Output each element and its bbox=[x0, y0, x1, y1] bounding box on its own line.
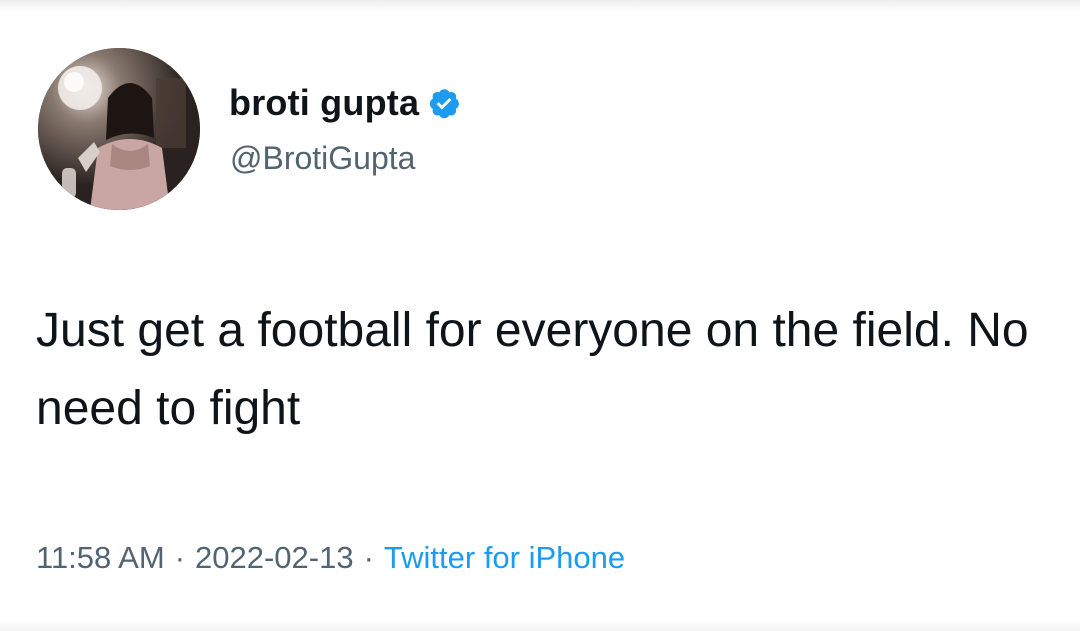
tweet-metadata: 11:58 AM · 2022-02-13 · Twitter for iPhone bbox=[36, 540, 625, 576]
avatar[interactable] bbox=[38, 48, 200, 210]
author-display-name[interactable]: broti gupta bbox=[229, 82, 419, 124]
tweet-date[interactable]: 2022-02-13 bbox=[195, 540, 354, 575]
author-name-row[interactable]: broti gupta bbox=[229, 80, 461, 126]
tweet-time[interactable]: 11:58 AM bbox=[36, 540, 165, 575]
tweet-source-link[interactable]: Twitter for iPhone bbox=[384, 540, 625, 575]
meta-separator: · bbox=[174, 540, 186, 575]
author-handle[interactable]: @BrotiGupta bbox=[230, 140, 415, 177]
tweet-text: Just get a football for everyone on the … bbox=[36, 304, 1029, 435]
meta-separator: · bbox=[363, 540, 374, 575]
bottom-edge bbox=[0, 621, 1080, 631]
tweet-card: broti gupta @BrotiGupta Just get a footb… bbox=[0, 0, 1080, 631]
avatar-photo bbox=[38, 48, 200, 210]
verified-badge-icon bbox=[427, 86, 461, 120]
